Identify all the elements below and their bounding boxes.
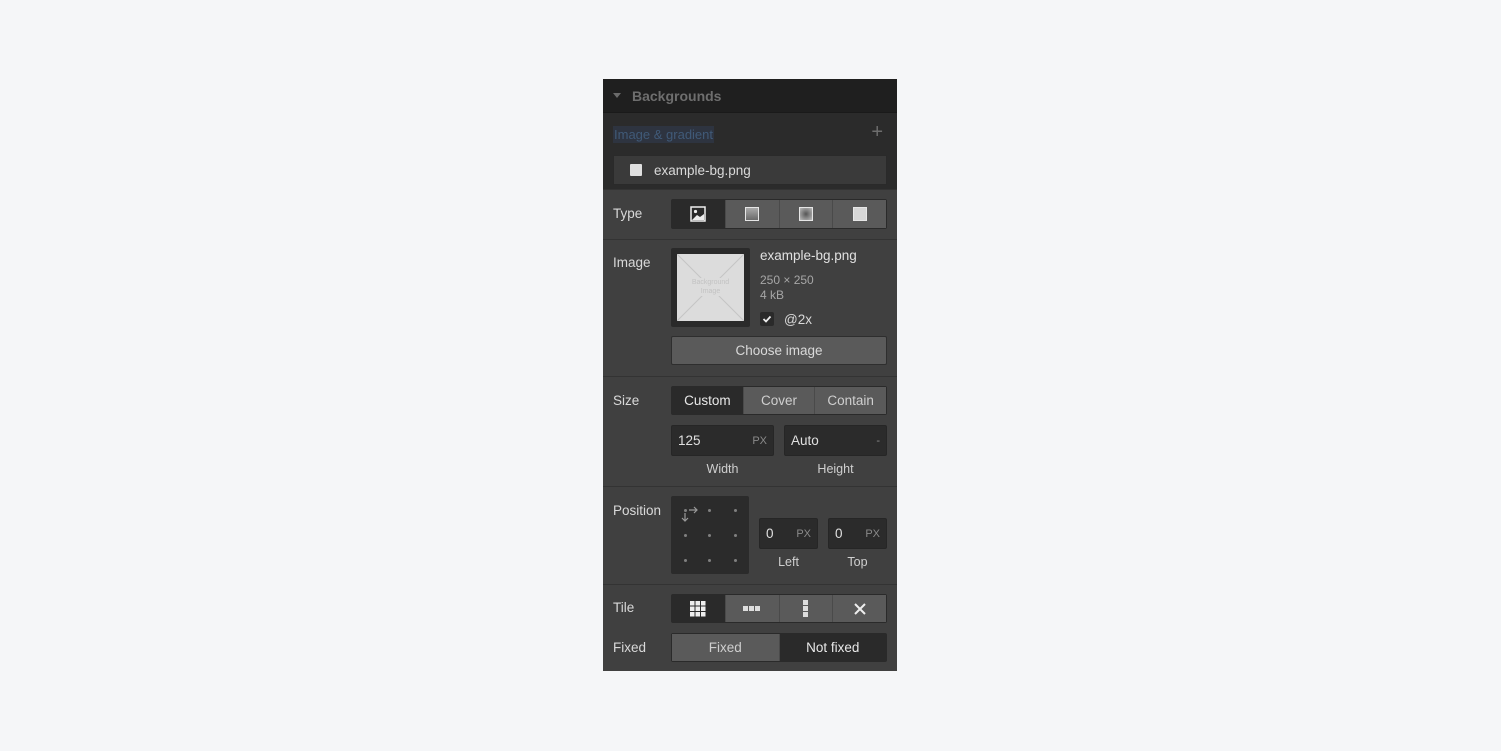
size-row: Size Custom Cover Contain 125 PX Auto - … xyxy=(603,376,897,486)
position-dot-bottom-right[interactable] xyxy=(734,559,737,562)
height-input[interactable]: Auto - xyxy=(784,425,887,456)
fixed-selector: Fixed Not fixed xyxy=(671,633,887,662)
caret-down-icon[interactable] xyxy=(613,93,621,98)
section-title: Backgrounds xyxy=(632,87,722,104)
retina-checkbox[interactable] xyxy=(760,312,774,326)
top-value: 0 xyxy=(835,526,843,541)
left-unit[interactable]: PX xyxy=(796,528,811,540)
image-label: Image xyxy=(613,255,651,270)
tile-label: Tile xyxy=(613,600,635,615)
type-radial-gradient-button[interactable] xyxy=(778,200,833,228)
height-label: Height xyxy=(817,462,854,476)
position-grid[interactable] xyxy=(671,496,749,574)
type-row: Type xyxy=(603,189,897,239)
fixed-button[interactable]: Fixed xyxy=(672,634,779,661)
type-color-overlay-button[interactable] xyxy=(832,200,886,228)
plus-icon[interactable]: + xyxy=(871,122,883,142)
image-icon xyxy=(690,206,707,222)
size-label: Size xyxy=(613,393,640,408)
size-custom-button[interactable]: Custom xyxy=(672,387,743,414)
type-selector xyxy=(671,199,887,229)
layer-swatch-icon xyxy=(630,164,642,176)
tile-repeat-button[interactable] xyxy=(672,595,725,622)
image-thumbnail[interactable]: Background Image xyxy=(671,248,750,327)
position-dot-center[interactable] xyxy=(708,534,711,537)
position-dot-middle-right[interactable] xyxy=(734,534,737,537)
position-label: Position xyxy=(613,503,662,518)
fixed-label: Fixed xyxy=(613,640,647,655)
tile-repeat-x-button[interactable] xyxy=(724,595,779,622)
no-repeat-icon xyxy=(853,602,866,615)
top-unit[interactable]: PX xyxy=(865,528,880,540)
position-dot-top-center[interactable] xyxy=(708,509,711,512)
position-row: Position 0 PX 0 PX Left Top xyxy=(603,486,897,584)
width-input[interactable]: 125 PX xyxy=(671,425,774,456)
height-unit[interactable]: - xyxy=(876,435,880,447)
left-input[interactable]: 0 PX xyxy=(759,518,818,549)
type-image-button[interactable] xyxy=(672,200,725,228)
width-label: Width xyxy=(706,462,739,476)
left-value: 0 xyxy=(766,526,774,541)
not-fixed-button[interactable]: Not fixed xyxy=(778,634,886,661)
size-cover-button[interactable]: Cover xyxy=(742,387,815,414)
top-input[interactable]: 0 PX xyxy=(828,518,887,549)
position-dot-bottom-center[interactable] xyxy=(708,559,711,562)
layer-name: example-bg.png xyxy=(654,162,751,178)
height-value: Auto xyxy=(791,433,819,448)
width-value: 125 xyxy=(678,433,701,448)
choose-image-button[interactable]: Choose image xyxy=(671,336,887,365)
tile-repeat-icon xyxy=(690,600,706,616)
size-selector: Custom Cover Contain xyxy=(671,386,887,415)
tile-no-repeat-button[interactable] xyxy=(832,595,886,622)
image-gradient-label: Image & gradient xyxy=(613,126,715,143)
arrow-down-icon xyxy=(681,513,689,522)
layers-list: Image & gradient + example-bg.png xyxy=(603,113,897,189)
top-label: Top xyxy=(847,555,868,569)
tile-repeat-y-button[interactable] xyxy=(778,595,833,622)
radial-gradient-icon xyxy=(798,207,813,221)
position-dot-top-right[interactable] xyxy=(734,509,737,512)
width-unit[interactable]: PX xyxy=(752,435,767,447)
color-overlay-icon xyxy=(852,207,867,221)
type-linear-gradient-button[interactable] xyxy=(724,200,779,228)
linear-gradient-icon xyxy=(745,207,760,221)
position-dot-bottom-left[interactable] xyxy=(684,559,687,562)
image-filesize: 4 kB xyxy=(760,288,785,302)
position-dot-top-left[interactable] xyxy=(684,509,687,512)
image-row: Image Background Image example-bg.png 25… xyxy=(603,239,897,376)
tile-row: Tile Fixed Fixed Not fixed xyxy=(603,584,897,671)
type-label: Type xyxy=(613,206,643,221)
arrow-right-icon xyxy=(689,506,698,514)
retina-label: @2x xyxy=(784,312,812,327)
background-layer-item[interactable]: example-bg.png xyxy=(613,155,887,185)
image-filename: example-bg.png xyxy=(760,248,857,263)
backgrounds-panel: Backgrounds Image & gradient + example-b… xyxy=(603,79,897,671)
section-header[interactable]: Backgrounds xyxy=(603,79,897,113)
image-dimensions: 250 × 250 xyxy=(760,273,814,287)
left-label: Left xyxy=(778,555,799,569)
size-contain-button[interactable]: Contain xyxy=(814,387,887,414)
tile-repeat-x-icon xyxy=(743,605,761,611)
tile-selector xyxy=(671,594,887,623)
checkmark-icon xyxy=(762,315,772,323)
position-dot-middle-left[interactable] xyxy=(684,534,687,537)
tile-repeat-y-icon xyxy=(802,599,808,617)
thumbnail-text: Background Image xyxy=(685,278,736,296)
